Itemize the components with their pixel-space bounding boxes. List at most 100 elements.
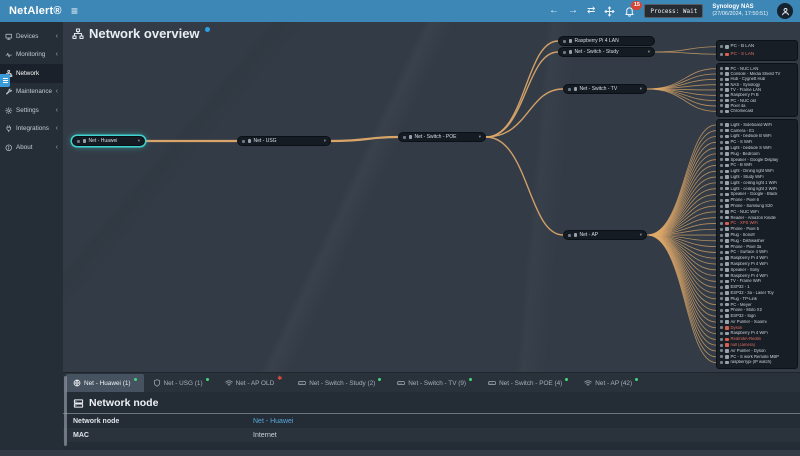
detail-row-value[interactable]: Net - Huawei — [253, 418, 293, 425]
device-row[interactable]: PC - B WiFi — [720, 163, 794, 167]
device-row[interactable]: Phone - Samsung S20 — [720, 204, 794, 208]
device-row[interactable]: PC - B LAN — [720, 44, 794, 49]
device-row[interactable]: Light - ceiling light 2 WiFi — [720, 187, 794, 191]
device-status-icon — [720, 344, 723, 347]
sidebar-item[interactable]: About ‹ — [0, 138, 63, 157]
node-tab[interactable]: Net - Switch - TV (9) — [390, 374, 479, 392]
scrollbar-thumb[interactable] — [64, 376, 67, 446]
device-row[interactable]: PC - S work Remote MBP — [720, 355, 794, 359]
device-row[interactable]: Phone - Pixel 6 — [720, 198, 794, 202]
device-row[interactable]: PC - S LAN — [720, 52, 794, 57]
sidebar-item[interactable]: Devices ‹ — [0, 27, 63, 46]
device-label: Plug - Bedroom — [731, 152, 760, 156]
chevron-left-icon: ‹ — [56, 144, 58, 151]
device-row[interactable]: TV - Frame LAN — [720, 88, 794, 92]
detail-row-value[interactable]: Internet — [253, 432, 277, 439]
device-row[interactable]: PC - XPS WiFi — [720, 221, 794, 225]
sidebar-mini-toggle[interactable] — [0, 74, 10, 87]
avatar[interactable] — [777, 3, 793, 19]
device-row[interactable]: Speaker - Google - Black — [720, 192, 794, 196]
device-row[interactable]: Console - Media Shield TV — [720, 72, 794, 76]
account-info[interactable]: Synology NAS (27/06/2024, 17:50:51) — [712, 4, 768, 18]
device-row[interactable]: ESP32 - 3a - Laser Toy — [720, 291, 794, 295]
network-node-pill[interactable]: Net - Switch - TV ▾ — [563, 84, 647, 94]
device-row[interactable]: Raspberry Pi 4 WiFi — [720, 274, 794, 278]
device-row[interactable]: Light - ceiling light 1 WiFi — [720, 181, 794, 185]
node-tab[interactable]: Net - Switch - Study (2) — [291, 374, 388, 392]
device-row[interactable]: Camera - E1 — [720, 129, 794, 133]
node-tab[interactable]: Net - Huawei (1) — [66, 374, 144, 392]
refresh-icon[interactable]: ⇄ — [587, 6, 595, 16]
device-row[interactable]: NAS - Synology — [720, 83, 794, 87]
device-row[interactable]: TV - Frame WiFi — [720, 279, 794, 283]
device-row[interactable]: Phone - Pixel 5 — [720, 227, 794, 231]
detail-panel-header: Network node — [63, 392, 800, 414]
device-row[interactable]: PC - NUC LAN — [720, 67, 794, 71]
device-row[interactable]: Reader - Amazon Kindle — [720, 216, 794, 220]
menu-toggle-icon[interactable]: ≡ — [71, 5, 78, 17]
device-type-icon — [725, 83, 729, 87]
device-row[interactable]: Plug - Dishwasher — [720, 239, 794, 243]
device-label: Console - Media Shield TV — [731, 72, 781, 76]
network-node-pill[interactable]: Net - Switch - POE ▾ — [398, 132, 486, 142]
device-row[interactable]: Plug - Sonoff — [720, 233, 794, 237]
device-row[interactable]: Light - bedside S WiFi — [720, 146, 794, 150]
network-node-pill[interactable]: Net - USG ▾ — [237, 136, 331, 146]
device-row[interactable]: Plug - TP-Link — [720, 297, 794, 301]
device-status-icon — [720, 332, 723, 335]
device-label: Redmi5A-Redmi — [731, 337, 762, 341]
device-row[interactable]: Hub - Cygnett Hub — [720, 77, 794, 81]
device-row[interactable]: Plug - Bedroom — [720, 152, 794, 156]
nav-forward-icon[interactable]: → — [568, 6, 578, 16]
network-node-pill[interactable]: Net - Huawei ▾ — [72, 136, 145, 146]
tab-label: Net - USG (1) — [164, 380, 203, 387]
chevron-down-icon: ▾ — [648, 49, 650, 55]
device-row[interactable]: Raspberry Pi 4 WiFi — [720, 331, 794, 335]
device-row[interactable]: Light - bedside B WiFi — [720, 134, 794, 138]
device-row[interactable]: Light - Sideboard WiFi — [720, 123, 794, 127]
device-row[interactable]: PC - Surface 4 WiFi — [720, 250, 794, 254]
device-row[interactable]: Phone - Moto X2 — [720, 308, 794, 312]
device-row[interactable]: Light - Dining light WiFi — [720, 169, 794, 173]
device-row[interactable]: Air Purifier - Xiaomi — [720, 320, 794, 324]
device-row[interactable]: PC - S WiFi — [720, 140, 794, 144]
device-row[interactable]: Pixel 4a — [720, 104, 794, 108]
topology-canvas[interactable]: Network overview Net - Huawei ▾ Net - US… — [63, 22, 800, 372]
device-label: Camera - E1 — [731, 129, 755, 133]
device-row[interactable]: Raspberry Pi 4 WiFi — [720, 256, 794, 260]
device-status-icon — [720, 83, 723, 86]
pan-icon[interactable] — [604, 6, 615, 17]
device-row[interactable]: Speaker - Google Display — [720, 158, 794, 162]
device-row[interactable]: Raspberry Pi B — [720, 93, 794, 97]
device-row[interactable]: ESP32 - 1 — [720, 285, 794, 289]
device-row[interactable]: Air Purifier - Dyson — [720, 349, 794, 353]
device-row[interactable]: Speaker - Sony — [720, 268, 794, 272]
detail-row: Network node Net - Huawei — [63, 414, 800, 428]
device-row[interactable]: raspberrypi (IP watch) — [720, 360, 794, 364]
node-tab[interactable]: Net - Switch - POE (4) — [481, 374, 575, 392]
device-row[interactable]: PC - NUC WiFi — [720, 210, 794, 214]
device-row[interactable]: Dyson — [720, 326, 794, 330]
device-row[interactable]: ESP32 - Sign — [720, 314, 794, 318]
nav-back-icon[interactable]: ← — [549, 6, 559, 16]
node-tab[interactable]: Net - AP (42) — [577, 374, 645, 392]
network-node-pill[interactable]: Net - Switch - Study ▾ — [558, 47, 655, 57]
node-tab[interactable]: Net - AP OLD — [218, 374, 290, 392]
sidebar-item[interactable]: Monitoring ‹ — [0, 46, 63, 65]
device-label: PC - XPS WiFi — [731, 221, 758, 225]
device-row[interactable]: Redmi5A-Redmi — [720, 337, 794, 341]
device-row[interactable]: PC - NUC old — [720, 99, 794, 103]
node-tab[interactable]: Net - USG (1) — [146, 374, 216, 392]
device-row[interactable]: Phone - Pixel 3a — [720, 245, 794, 249]
device-row[interactable]: PC - Meyer — [720, 303, 794, 307]
device-row[interactable]: Raspberry Pi 4 WiFi — [720, 262, 794, 266]
sidebar-item[interactable]: Integrations ‹ — [0, 120, 63, 139]
network-node-pill[interactable]: Raspberry Pi 4 LAN — [558, 36, 655, 46]
sidebar-item[interactable]: Settings ‹ — [0, 101, 63, 120]
device-type-icon — [725, 187, 729, 191]
device-row[interactable]: null (camera) — [720, 343, 794, 347]
notifications-button[interactable]: 15 — [624, 6, 635, 17]
device-row[interactable]: Light - Study WiFi — [720, 175, 794, 179]
device-row[interactable]: Chromecast — [720, 109, 794, 113]
network-node-pill[interactable]: Net - AP ▾ — [563, 230, 647, 240]
